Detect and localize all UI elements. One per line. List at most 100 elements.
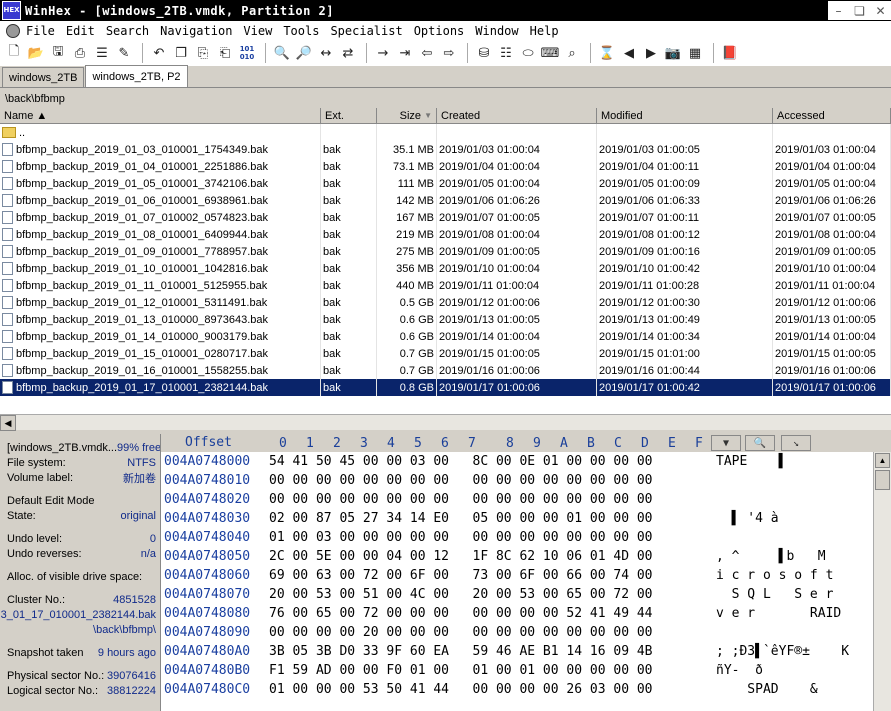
forward-icon[interactable]: ⇨ [439, 43, 459, 63]
file-row[interactable]: bfbmp_backup_2019_01_09_010001_7788957.b… [0, 243, 891, 260]
file-row[interactable]: bfbmp_backup_2019_01_13_010000_8973643.b… [0, 311, 891, 328]
menu-window[interactable]: Window [475, 24, 518, 38]
tab-windows-2tb[interactable]: windows_2TB [2, 67, 85, 87]
menu-options[interactable]: Options [414, 24, 465, 38]
menu-edit[interactable]: Edit [66, 24, 95, 38]
binary-icon[interactable]: 101 010 [237, 43, 257, 63]
hex-row[interactable]: 004A0748070 20 00 53 00 51 00 4C 00 20 00… [161, 587, 891, 606]
paste-special-icon[interactable]: ⎗ [215, 43, 235, 63]
table-icon[interactable]: ▦ [685, 43, 705, 63]
open-folder-icon[interactable]: 📂 [26, 43, 46, 63]
minimize-button[interactable]: – [828, 1, 849, 20]
prev-icon[interactable]: ◀ [619, 43, 639, 63]
hex-text: S Q L S e r [716, 587, 834, 602]
file-icon [2, 245, 13, 258]
file-row[interactable]: bfbmp_backup_2019_01_14_010000_9003179.b… [0, 328, 891, 345]
copy-icon[interactable]: ❐ [171, 43, 191, 63]
document-menu-icon[interactable] [6, 23, 20, 38]
restore-button[interactable]: ❏ [849, 1, 870, 20]
paste-icon[interactable]: ⎘ [193, 43, 213, 63]
col-created[interactable]: Created [437, 108, 597, 124]
menu-file[interactable]: File [26, 24, 55, 38]
col-name[interactable]: Name ▲ [0, 108, 321, 124]
print-icon[interactable]: ⎙ [70, 43, 90, 63]
hex-row[interactable]: 004A07480C0 01 00 00 00 53 50 41 44 00 00… [161, 682, 891, 701]
hex-editor[interactable]: Offset 0 1 2 3 4 5 6 7 8 9 A B C D E F ▼ 🔍 ↘ 004A074800… [161, 434, 891, 711]
hex-row[interactable]: 004A07480A0 3B 05 3B D0 33 9F 60 EA 59 46… [161, 644, 891, 663]
file-row[interactable]: bfbmp_backup_2019_01_16_010001_1558255.b… [0, 362, 891, 379]
arrow-icon[interactable]: ↘ [781, 435, 811, 451]
col-accessed[interactable]: Accessed [773, 108, 891, 124]
save-icon[interactable]: 🖫 [48, 43, 68, 63]
scroll-left-icon[interactable]: ◀ [0, 415, 16, 431]
replace-hex-icon[interactable]: ⇄ [338, 43, 358, 63]
undo-icon[interactable]: ↶ [149, 43, 169, 63]
edit-icon[interactable]: ✎ [114, 43, 134, 63]
menu-search[interactable]: Search [106, 24, 149, 38]
replace-text-icon[interactable]: ↔ [316, 43, 336, 63]
file-row[interactable]: bfbmp_backup_2019_01_07_010002_0574823.b… [0, 209, 891, 226]
calculator-icon[interactable]: ⌨ [540, 43, 560, 63]
col-modified[interactable]: Modified [597, 108, 773, 124]
hex-column-header: 4 [387, 436, 395, 451]
hex-row[interactable]: 004A0748010 00 00 00 00 00 00 00 00 00 00… [161, 473, 891, 492]
file-ext: bak [323, 160, 341, 173]
tab-windows-2tb-p2[interactable]: windows_2TB, P2 [85, 65, 188, 87]
properties-icon[interactable]: ☰ [92, 43, 112, 63]
file-row[interactable]: bfbmp_backup_2019_01_12_010001_5311491.b… [0, 294, 891, 311]
file-row[interactable]: bfbmp_backup_2019_01_08_010001_6409944.b… [0, 226, 891, 243]
menu-navigation[interactable]: Navigation [160, 24, 232, 38]
menu-view[interactable]: View [243, 24, 272, 38]
col-ext[interactable]: Ext. [321, 108, 377, 124]
search-icon[interactable]: 🔍 [745, 435, 775, 451]
back-icon[interactable]: ⇦ [417, 43, 437, 63]
vertical-scrollbar[interactable]: ▲ [873, 452, 891, 711]
ram-editor-icon[interactable]: ☷ [496, 43, 516, 63]
close-button[interactable]: ✕ [870, 1, 891, 20]
menu-help[interactable]: Help [530, 24, 559, 38]
file-name: bfbmp_backup_2019_01_12_010001_5311491.b… [16, 296, 268, 309]
scroll-up-icon[interactable]: ▲ [875, 453, 890, 468]
scroll-thumb[interactable] [875, 470, 890, 490]
drive-icon[interactable]: ⬭ [518, 43, 538, 63]
file-size: 0.7 GB [399, 364, 434, 377]
find-text-icon[interactable]: 🔍 [272, 43, 292, 63]
find-hex-icon[interactable]: 🔎 [294, 43, 314, 63]
file-row[interactable]: bfbmp_backup_2019_01_17_010001_2382144.b… [0, 379, 891, 396]
hex-row[interactable]: 004A0748060 69 00 63 00 72 00 6F 00 73 00… [161, 568, 891, 587]
menu-specialist[interactable]: Specialist [330, 24, 402, 38]
menu-tools[interactable]: Tools [283, 24, 319, 38]
file-row[interactable]: bfbmp_backup_2019_01_06_010001_6938961.b… [0, 192, 891, 209]
hex-row[interactable]: 004A0748090 00 00 00 00 20 00 00 00 00 00… [161, 625, 891, 644]
hex-row[interactable]: 004A0748080 76 00 65 00 72 00 00 00 00 00… [161, 606, 891, 625]
dropdown-icon[interactable]: ▼ [711, 435, 741, 451]
file-created: 2019/01/06 01:06:26 [439, 194, 540, 207]
new-file-icon[interactable]: 🗋 [4, 43, 24, 63]
hex-row[interactable]: 004A0748030 02 00 87 05 27 34 14 E0 05 00… [161, 511, 891, 530]
file-row[interactable]: bfbmp_backup_2019_01_03_010001_1754349.b… [0, 141, 891, 158]
file-row[interactable]: bfbmp_backup_2019_01_05_010001_3742106.b… [0, 175, 891, 192]
file-row[interactable]: bfbmp_backup_2019_01_10_010001_1042816.b… [0, 260, 891, 277]
hourglass-icon[interactable]: ⌛ [597, 43, 617, 63]
hex-text: TAPE ▌ [716, 454, 787, 469]
hex-row[interactable]: 004A0748000 54 41 50 45 00 00 03 00 8C 00… [161, 454, 891, 473]
file-row[interactable]: bfbmp_backup_2019_01_11_010001_5125955.b… [0, 277, 891, 294]
hex-row[interactable]: 004A0748020 00 00 00 00 00 00 00 00 00 00… [161, 492, 891, 511]
book-icon[interactable]: 📕 [720, 43, 740, 63]
snapshot-icon[interactable]: 📷 [663, 43, 683, 63]
goto-offset-icon[interactable]: → [373, 43, 393, 63]
hex-row[interactable]: 004A0748050 2C 00 5E 00 00 04 00 12 1F 8C… [161, 549, 891, 568]
search-icon[interactable]: ⌕ [562, 43, 582, 63]
horizontal-scrollbar[interactable]: ◀ [0, 414, 891, 431]
hex-row[interactable]: 004A07480B0 F1 59 AD 00 00 F0 01 00 01 00… [161, 663, 891, 682]
file-row[interactable]: bfbmp_backup_2019_01_04_010001_2251886.b… [0, 158, 891, 175]
file-row[interactable]: bfbmp_backup_2019_01_15_010001_0280717.b… [0, 345, 891, 362]
next-icon[interactable]: ▶ [641, 43, 661, 63]
disk-editor-icon[interactable]: ⛁ [474, 43, 494, 63]
hex-column-header: 2 [333, 436, 341, 451]
file-icon [2, 262, 13, 275]
goto-sector-icon[interactable]: ⇥ [395, 43, 415, 63]
col-size[interactable]: Size ▼ [377, 108, 437, 124]
parent-folder-row[interactable]: .. [0, 124, 891, 141]
hex-row[interactable]: 004A0748040 01 00 03 00 00 00 00 00 00 00… [161, 530, 891, 549]
